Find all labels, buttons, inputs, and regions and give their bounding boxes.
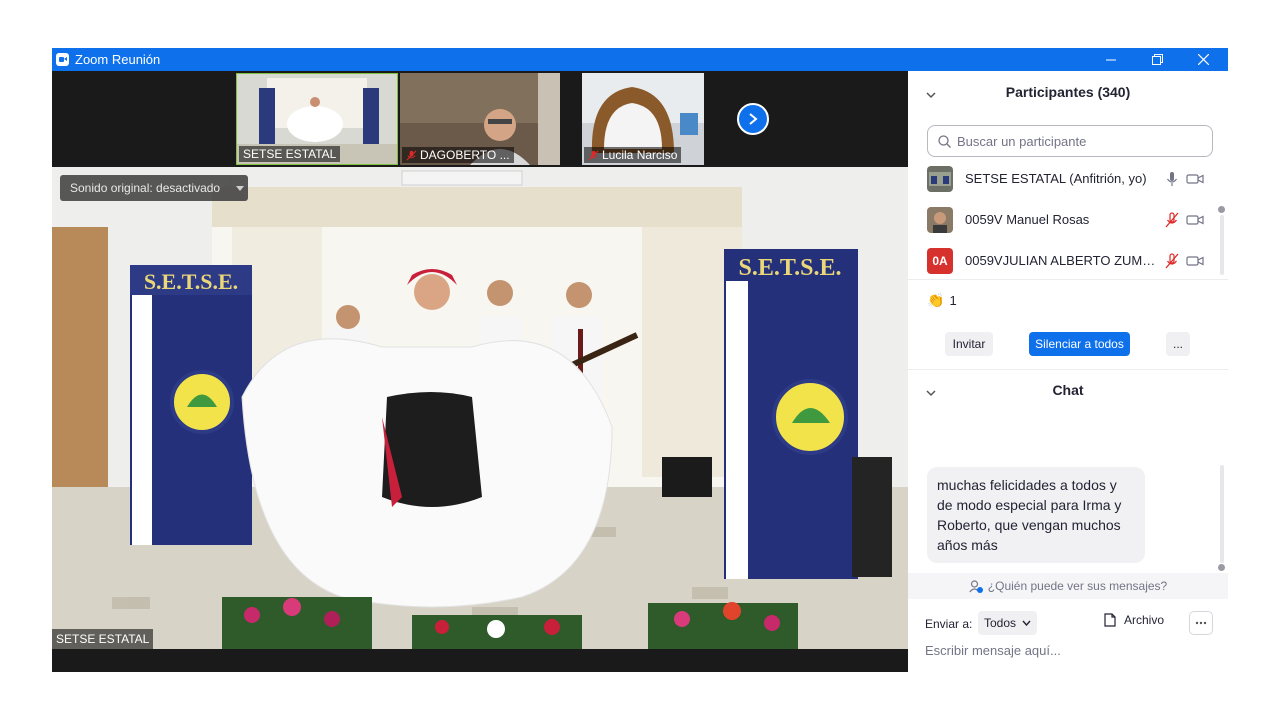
who-can-see-text: ¿Quién puede ver sus mensajes? <box>987 579 1168 593</box>
chat-more-button[interactable] <box>1189 611 1213 635</box>
chat-header: Chat <box>908 369 1228 411</box>
mic-muted-icon[interactable] <box>1164 212 1180 228</box>
send-to-dropdown[interactable]: Todos <box>978 611 1038 635</box>
clap-icon: 👏 <box>927 292 945 308</box>
chat-title: Chat <box>1052 382 1084 398</box>
participant-scrollbar[interactable] <box>1220 215 1224 275</box>
participants-header: Participantes (340) <box>908 71 1228 113</box>
minimize-button[interactable] <box>1088 48 1134 71</box>
video-camera-icon[interactable] <box>1186 212 1204 228</box>
chat-scrollbar[interactable] <box>1220 465 1224 563</box>
window-title: Zoom Reunión <box>75 52 161 67</box>
video-area: SETSE ESTATAL DAGOBERTO ... Lucila Narci… <box>52 71 908 672</box>
participant-row[interactable]: 0A 0059VJULIAN ALBERTO ZUMAYA... <box>908 241 1218 281</box>
reaction-count: 1 <box>949 293 957 308</box>
participant-row[interactable]: 0059V Manuel Rosas <box>908 200 1218 240</box>
restore-icon <box>1151 54 1163 65</box>
thumbnail-name: SETSE ESTATAL <box>239 146 341 162</box>
thumbnail-name: Lucila Narciso <box>584 147 682 163</box>
close-icon <box>1197 54 1209 65</box>
collapse-chat-button[interactable] <box>926 384 936 400</box>
close-button[interactable] <box>1180 48 1226 71</box>
side-panel: Participantes (340) Buscar un participan… <box>908 71 1228 672</box>
more-participant-options-button[interactable]: ... <box>1166 332 1190 356</box>
video-camera-icon[interactable] <box>1186 171 1204 187</box>
chevron-down-icon <box>926 92 936 99</box>
mic-muted-icon[interactable] <box>1164 253 1180 269</box>
more-dots-icon <box>1195 621 1207 625</box>
video-thumbnail[interactable]: Lucila Narciso <box>582 73 704 165</box>
participant-list: SETSE ESTATAL (Anfitrión, yo) 0059V Manu… <box>908 159 1228 279</box>
left-banner-title: S.E.T.S.E. <box>144 269 238 294</box>
chat-scroll-down[interactable] <box>1218 564 1225 571</box>
invite-button[interactable]: Invitar <box>945 332 993 356</box>
original-sound-dropdown[interactable] <box>230 175 248 201</box>
zoom-app-icon <box>56 53 69 66</box>
video-thumbnail[interactable]: DAGOBERTO ... <box>400 73 560 165</box>
send-to-row: Enviar a: Todos Archivo <box>908 609 1228 637</box>
participant-name: 0059VJULIAN ALBERTO ZUMAYA... <box>965 253 1161 268</box>
search-placeholder: Buscar un participante <box>957 133 1087 149</box>
person-info-icon <box>969 579 983 593</box>
participant-row[interactable]: SETSE ESTATAL (Anfitrión, yo) <box>908 159 1218 199</box>
file-icon <box>1104 613 1116 627</box>
chevron-down-icon <box>235 185 244 191</box>
reaction-summary[interactable]: 👏 1 <box>927 292 957 309</box>
participant-name: 0059V Manuel Rosas <box>965 212 1090 227</box>
zoom-window: Zoom Reunión SETSE ESTATAL DAGOBERTO ...… <box>52 48 1228 672</box>
original-sound-label: Sonido original: desactivado <box>70 181 221 195</box>
send-to-value: Todos <box>984 616 1017 630</box>
chat-message-input[interactable]: Escribir mensaje aquí... <box>925 643 1061 658</box>
chevron-down-icon <box>926 390 936 397</box>
title-bar: Zoom Reunión <box>52 48 1228 71</box>
next-page-button[interactable] <box>737 103 769 135</box>
video-camera-icon[interactable] <box>1186 253 1204 269</box>
send-to-label: Enviar a: <box>925 617 973 631</box>
mic-muted-icon <box>588 150 599 160</box>
collapse-participants-button[interactable] <box>926 86 936 102</box>
file-button[interactable]: Archivo <box>1104 613 1164 627</box>
mute-all-button[interactable]: Silenciar a todos <box>1029 332 1130 356</box>
right-banner-title: S.E.T.S.E. <box>739 255 842 281</box>
participant-name: SETSE ESTATAL (Anfitrión, yo) <box>965 171 1147 186</box>
who-can-see-messages[interactable]: ¿Quién puede ver sus mensajes? <box>908 573 1228 599</box>
participant-scroll-up[interactable] <box>1218 206 1225 213</box>
chat-messages: muchas felicidades a todos y de modo esp… <box>908 461 1228 573</box>
mic-icon[interactable] <box>1164 171 1180 187</box>
thumbnail-name: DAGOBERTO ... <box>402 147 514 163</box>
main-video[interactable]: S.E.T.S.E. S.E.T.S.E. Sonido original: d… <box>52 167 908 649</box>
thumbnail-strip: SETSE ESTATAL DAGOBERTO ... Lucila Narci… <box>52 71 908 167</box>
active-speaker-name: SETSE ESTATAL <box>52 629 154 649</box>
participants-title: Participantes (340) <box>1005 84 1131 100</box>
restore-button[interactable] <box>1134 48 1180 71</box>
chevron-right-icon <box>749 113 758 125</box>
original-sound-toggle[interactable]: Sonido original: desactivado <box>60 175 249 201</box>
minimize-icon <box>1106 59 1116 60</box>
mic-muted-icon <box>406 150 417 160</box>
avatar <box>927 166 953 192</box>
avatar <box>927 207 953 233</box>
video-thumbnail[interactable]: SETSE ESTATAL <box>236 73 398 165</box>
file-label: Archivo <box>1124 613 1165 627</box>
avatar-initials: 0A <box>927 248 953 274</box>
main-video-scene: S.E.T.S.E. S.E.T.S.E. <box>52 167 908 649</box>
chat-message: muchas felicidades a todos y de modo esp… <box>927 467 1145 563</box>
divider <box>908 279 1228 280</box>
participant-search-input[interactable]: Buscar un participante <box>927 125 1213 157</box>
search-icon <box>938 134 951 148</box>
chevron-down-icon <box>1022 620 1031 626</box>
